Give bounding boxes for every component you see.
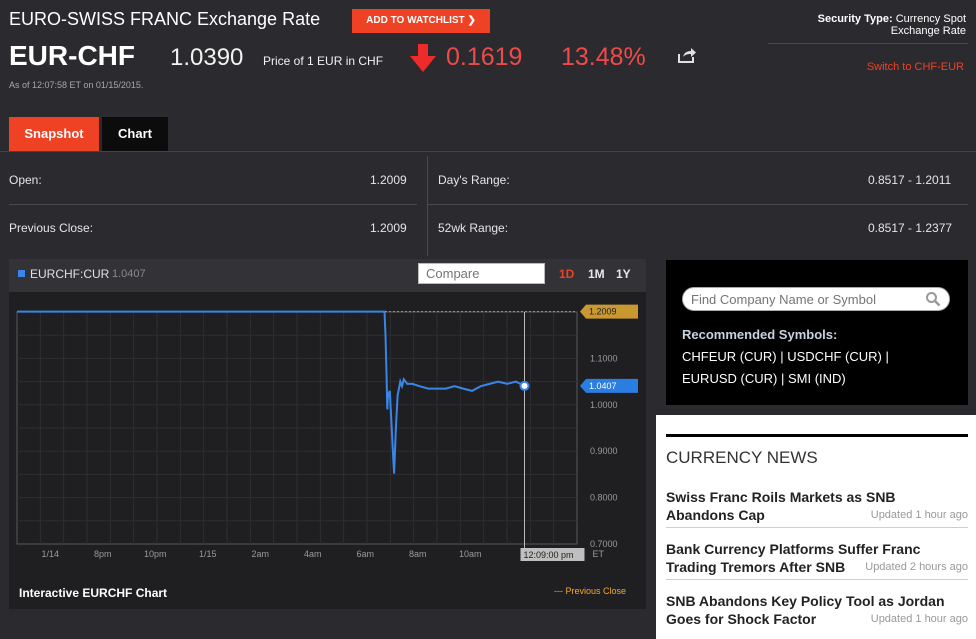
symbol-search-input[interactable] [682,287,950,311]
series-legend-symbol: EURCHF:CUR [30,267,110,281]
compare-input[interactable] [418,263,545,284]
divider [427,156,428,256]
news-item[interactable]: Swiss Franc Roils Markets as SNB Abandon… [666,488,968,524]
symbol-link-eurusd[interactable]: EURUSD (CUR) [682,371,777,386]
security-type-value: Currency Spot [895,13,966,25]
separator: | [885,349,889,364]
stats-grid: Open: 1.2009 Day's Range: 0.8517 - 1.201… [0,152,976,256]
tab-chart[interactable]: Chart [102,117,168,151]
price-chart[interactable]: 1/14 8pm 10pm 1/15 2am 4am 6am 8am 10am 1.1000 1.… [9,292,646,572]
last-value-tag: 1.0407 [580,378,638,393]
price-change: 0.1619 [446,43,523,71]
x-axis-ticks: 1/14 8pm 10pm 1/15 2am 4am 6am 8am 10am [41,549,481,559]
previous-close-value: 1.2009 [370,221,407,235]
x-tick-label: 10am [459,549,482,559]
price-change-percent: 13.48% [561,43,646,71]
news-timestamp: Updated 2 hours ago [865,561,968,573]
ticker-symbol: EUR-CHF [9,40,135,71]
open-label: Open: [9,173,42,187]
price-value: 1.0390 [170,44,244,71]
recommended-symbols-title: Recommended Symbols: [682,327,838,342]
news-item[interactable]: SNB Abandons Key Policy Tool as Jordan G… [666,592,968,628]
previous-close-tag-text: 1.2009 [589,307,617,317]
open-value: 1.2009 [370,173,407,187]
chevron-right-icon: ❯ [467,15,476,26]
previous-close-label: Previous Close: [9,221,94,235]
divider [666,434,968,437]
range-1y-button[interactable]: 1Y [616,267,631,281]
previous-close-tag: 1.2009 [580,304,638,319]
x-tick-label: 4am [304,549,322,559]
divider [9,204,417,205]
news-timestamp: Updated 1 hour ago [870,613,968,625]
separator: | [780,371,788,386]
news-headline-line-2: Trading Tremors After SNB [666,559,846,575]
security-type-value-2: Exchange Rate [890,25,966,37]
add-to-watchlist-button[interactable]: ADD TO WATCHLIST ❯ [352,9,490,33]
series-legend-swatch [18,270,25,277]
security-type-label: Security Type: [817,13,893,25]
symbol-link-chfeur[interactable]: CHFEUR (CUR) [682,349,777,364]
range-1d-button[interactable]: 1D [559,267,574,281]
switch-pair-link[interactable]: Switch to CHF-EUR [867,61,964,73]
news-headline-line-1: Bank Currency Platforms Suffer Franc [666,541,921,557]
chart-grid [16,311,578,545]
recommended-symbols-row-1: CHFEUR (CUR) | USDCHF (CUR) | [682,349,889,364]
52wk-range-value: 0.8517 - 1.2377 [868,221,953,235]
x-tick-label: 8am [409,549,427,559]
divider [428,204,968,205]
divider [666,527,968,528]
last-point-marker [519,380,530,391]
series-line [17,310,525,474]
days-range-label: Day's Range: [438,173,510,187]
chart-footer-title: Interactive EURCHF Chart [19,586,168,600]
down-arrow-icon [410,44,436,72]
last-value-tag-text: 1.0407 [589,381,617,391]
price-description: Price of 1 EUR in CHF [263,54,384,68]
recommended-symbols-row-2: EURUSD (CUR) | SMI (IND) [682,371,846,386]
add-to-watchlist-label: ADD TO WATCHLIST [366,15,465,26]
x-tick-label: 2am [251,549,269,559]
x-tick-label: 6am [356,549,374,559]
news-item[interactable]: Bank Currency Platforms Suffer Franc Tra… [666,540,968,576]
security-type: Security Type: Currency Spot Exchange Ra… [818,13,966,37]
as-of-timestamp: As of 12:07:58 ET on 01/15/2015. [9,80,144,90]
crosshair-time-text: 12:09:00 pm [524,550,574,560]
news-timestamp: Updated 1 hour ago [870,509,968,521]
news-headline-line-1: SNB Abandons Key Policy Tool as Jordan [666,593,945,609]
symbol-link-smi[interactable]: SMI (IND) [788,371,846,386]
news-headline-line-1: Swiss Franc Roils Markets as SNB [666,489,896,505]
x-tick-label: 8pm [94,549,112,559]
page-title: EURO-SWISS FRANC Exchange Rate [9,9,321,29]
days-range-value: 0.8517 - 1.2011 [868,173,952,187]
y-tick-label: 1.0000 [590,400,618,410]
x-tick-label: 1/14 [41,549,59,559]
tab-snapshot[interactable]: Snapshot [9,117,99,151]
y-tick-label: 0.7000 [590,539,618,549]
y-tick-label: 0.9000 [590,446,618,456]
y-tick-label: 0.8000 [590,493,618,503]
divider [666,579,968,580]
x-tick-label: 10pm [144,549,167,559]
range-1m-button[interactable]: 1M [588,267,605,281]
symbol-link-usdchf[interactable]: USDCHF (CUR) [787,349,882,364]
divider [768,43,968,44]
share-icon[interactable] [678,47,696,63]
news-headline-line-2: Goes for Shock Factor [666,611,817,627]
series-legend-value: 1.0407 [112,268,146,280]
timezone-label: ET [593,549,605,559]
x-tick-label: 1/15 [199,549,217,559]
search-icon[interactable] [925,291,941,307]
currency-news-title: CURRENCY NEWS [666,448,818,467]
52wk-range-label: 52wk Range: [438,221,509,235]
news-headline-line-2: Abandons Cap [666,507,765,523]
crosshair-time-label: 12:09:00 pm [520,548,585,561]
y-tick-label: 1.1000 [590,353,618,363]
previous-close-legend: --- Previous Close [554,586,627,596]
